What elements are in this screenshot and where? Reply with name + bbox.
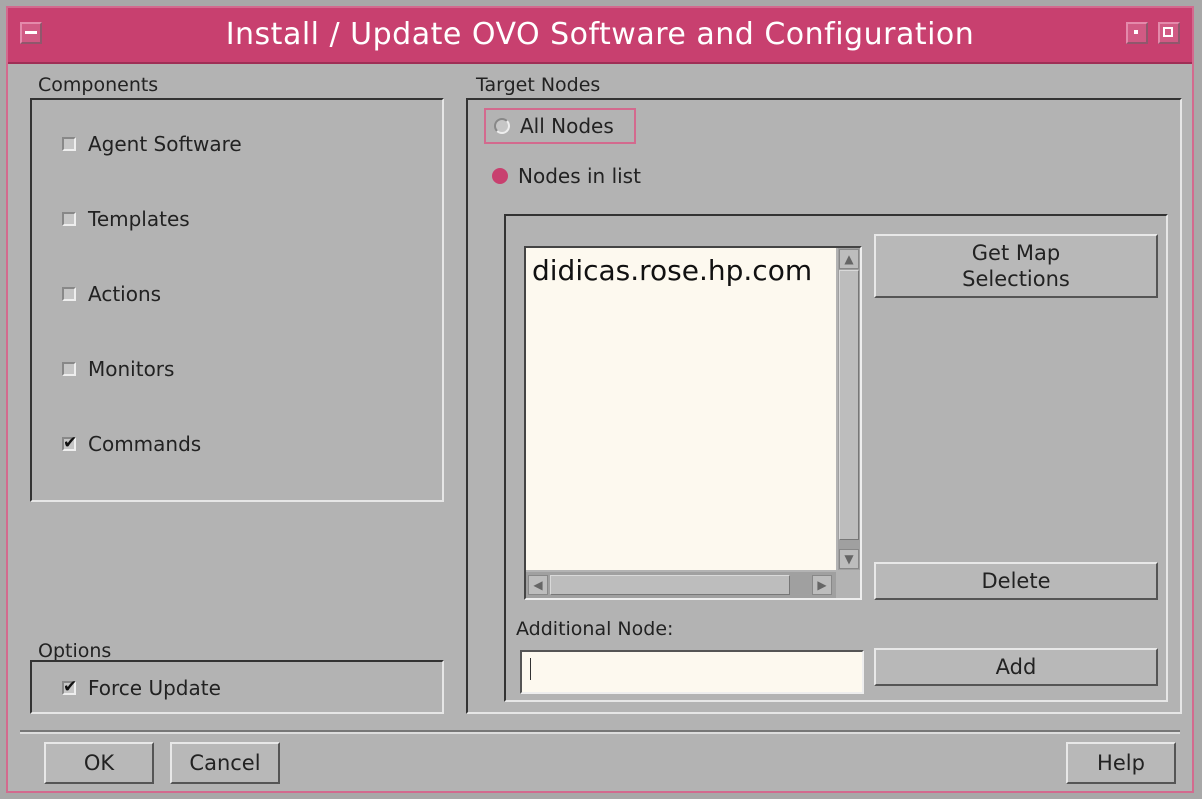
node-listbox[interactable]: didicas.rose.hp.com ▲ ▼ ◀ ▶: [524, 246, 862, 600]
window-title: Install / Update OVO Software and Config…: [225, 17, 975, 52]
agent-software-label: Agent Software: [88, 132, 242, 156]
templates-label: Templates: [88, 207, 190, 231]
install-update-dialog: Install / Update OVO Software and Config…: [6, 6, 1194, 793]
list-item[interactable]: didicas.rose.hp.com: [526, 248, 836, 293]
help-button[interactable]: Help: [1066, 742, 1176, 784]
options-label: Options: [38, 640, 112, 662]
scroll-down-icon[interactable]: ▼: [839, 549, 859, 569]
actions-label: Actions: [88, 282, 162, 306]
minimize-icon[interactable]: [1126, 22, 1148, 44]
scroll-right-icon[interactable]: ▶: [812, 575, 832, 595]
components-label: Components: [38, 74, 159, 96]
maximize-icon[interactable]: [1158, 22, 1180, 44]
all-nodes-radio[interactable]: All Nodes: [484, 108, 636, 144]
checkbox-icon[interactable]: [62, 137, 76, 151]
force-update-checkbox[interactable]: Force Update: [62, 676, 221, 700]
components-group: Agent Software Templates Actions Monitor…: [30, 98, 444, 502]
title-bar[interactable]: Install / Update OVO Software and Config…: [8, 8, 1192, 64]
ok-button[interactable]: OK: [44, 742, 154, 784]
vertical-scroll-thumb[interactable]: [839, 270, 859, 540]
checkbox-checked-icon[interactable]: [62, 433, 77, 453]
checkbox-icon[interactable]: [62, 362, 76, 376]
checkbox-icon[interactable]: [62, 212, 76, 226]
scroll-left-icon[interactable]: ◀: [528, 575, 548, 595]
commands-checkbox[interactable]: Commands: [62, 432, 201, 456]
checkbox-icon[interactable]: [62, 287, 76, 301]
additional-node-input[interactable]: [520, 650, 864, 694]
commands-label: Commands: [88, 432, 202, 456]
checkbox-checked-icon[interactable]: [62, 677, 77, 697]
nodes-in-list-label: Nodes in list: [518, 164, 641, 188]
target-nodes-label: Target Nodes: [476, 74, 601, 96]
scroll-up-icon[interactable]: ▲: [839, 249, 859, 269]
cancel-button[interactable]: Cancel: [170, 742, 280, 784]
actions-checkbox[interactable]: Actions: [62, 282, 161, 306]
monitors-label: Monitors: [88, 357, 175, 381]
add-button[interactable]: Add: [874, 648, 1158, 686]
text-cursor-icon: [530, 658, 531, 680]
templates-checkbox[interactable]: Templates: [62, 207, 190, 231]
horizontal-scrollbar[interactable]: ◀ ▶: [526, 572, 836, 598]
monitors-checkbox[interactable]: Monitors: [62, 357, 174, 381]
node-list[interactable]: didicas.rose.hp.com: [526, 248, 836, 570]
radio-off-icon[interactable]: [494, 118, 510, 134]
radio-on-icon[interactable]: [492, 168, 508, 184]
horizontal-scroll-thumb[interactable]: [550, 575, 790, 595]
additional-node-label: Additional Node:: [516, 618, 674, 640]
agent-software-checkbox[interactable]: Agent Software: [62, 132, 242, 156]
get-map-selections-button[interactable]: Get Map Selections: [874, 234, 1158, 298]
force-update-label: Force Update: [88, 676, 221, 700]
options-group: Force Update: [30, 660, 444, 714]
vertical-scrollbar[interactable]: ▲ ▼: [838, 248, 860, 570]
nodes-in-list-radio[interactable]: Nodes in list: [484, 158, 684, 194]
all-nodes-label: All Nodes: [520, 114, 614, 138]
footer-divider: [20, 730, 1180, 734]
delete-button[interactable]: Delete: [874, 562, 1158, 600]
